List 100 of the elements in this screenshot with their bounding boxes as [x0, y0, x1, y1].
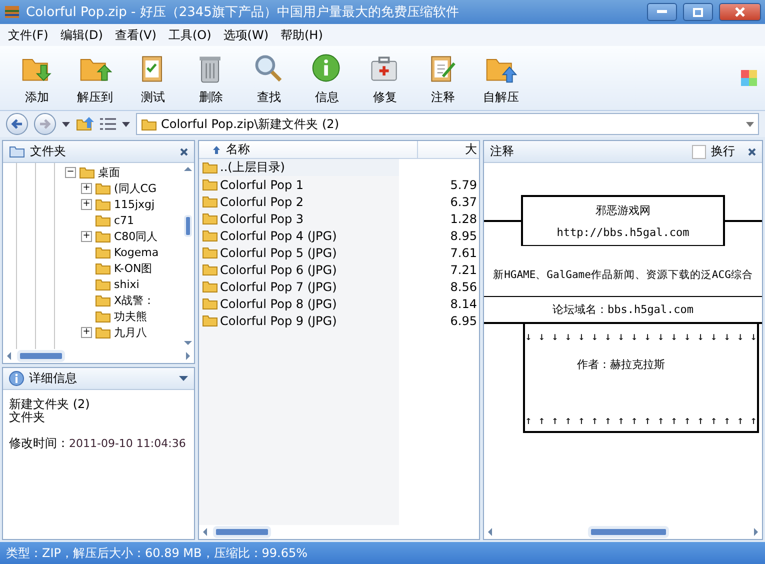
tree-item[interactable]: shixi — [114, 278, 140, 290]
size-cell-text: 8.56 — [449, 278, 478, 295]
arrow-row: ↓ ↓ ↓ ↓ ↓ ↓ ↓ ↓ ↓ ↓ ↓ ↓ ↓ ↓ ↓ ↓ ↓ ↓ — [525, 330, 757, 343]
folder-icon — [95, 310, 111, 322]
folder-icon — [202, 229, 218, 242]
left-arrow-icon — [11, 118, 23, 130]
expander-toggle[interactable]: + — [81, 182, 92, 194]
tree-item[interactable]: 115jxgj — [114, 198, 155, 210]
expander-toggle[interactable]: + — [81, 198, 92, 210]
toolbar-button[interactable]: 删除 — [182, 48, 240, 108]
close-icon[interactable] — [180, 148, 188, 156]
folder-icon — [202, 195, 218, 208]
menu-item[interactable]: 工具(O) — [168, 26, 212, 44]
toolbar-button[interactable]: 修复 — [356, 48, 414, 108]
folder-icon — [202, 280, 218, 293]
folder-icon — [95, 182, 111, 194]
forward-button[interactable] — [34, 113, 56, 135]
pane-title: 注释 — [490, 143, 515, 160]
checkbox-label: 换行 — [711, 143, 735, 160]
folder-icon — [202, 314, 218, 327]
dropdown-caret-icon — [746, 122, 754, 126]
size-cell-text: 7.21 — [449, 262, 478, 278]
menu-item[interactable]: 选项(W) — [223, 26, 268, 44]
expander-toggle[interactable]: + — [81, 230, 92, 242]
dropdown-caret-icon[interactable] — [122, 122, 130, 126]
toolbar-button[interactable]: 自解压 — [472, 48, 530, 108]
size-cell-text: 6.37 — [449, 194, 478, 210]
file-name-cell[interactable]: Colorful Pop 7 (JPG) — [199, 278, 399, 295]
tree-item[interactable]: Kogema — [114, 246, 159, 258]
size-cell-text: 5.79 — [449, 176, 478, 193]
folder-icon — [202, 297, 218, 310]
file-name-cell[interactable]: Colorful Pop 5 (JPG) — [199, 244, 399, 261]
folder-icon — [95, 262, 111, 274]
file-name-cell[interactable]: Colorful Pop 1 — [199, 176, 399, 193]
folder-up-icon[interactable] — [76, 116, 94, 132]
toolbar-button[interactable]: 查找 — [240, 48, 298, 108]
folder-icon — [202, 212, 218, 225]
wrap-checkbox[interactable] — [692, 144, 706, 158]
file-name-cell[interactable]: Colorful Pop 2 — [199, 193, 399, 210]
menu-item[interactable]: 帮助(H) — [280, 26, 323, 44]
tree-item[interactable]: 功夫熊 — [114, 308, 147, 324]
menu-item[interactable]: 文件(F) — [8, 26, 48, 44]
menu-item[interactable]: 编辑(D) — [60, 26, 103, 44]
toolbar-button[interactable]: 添加 — [8, 48, 66, 108]
site-url: http://bbs.h5gal.com — [556, 226, 690, 239]
close-button[interactable] — [719, 3, 761, 21]
right-arrow-icon — [39, 118, 51, 130]
tree-item[interactable]: 九月八 — [114, 324, 147, 340]
size-cell-text: 6.95 — [449, 312, 478, 329]
folder-icon — [95, 294, 111, 306]
dropdown-caret-icon[interactable] — [62, 122, 70, 126]
file-name-cell[interactable]: Colorful Pop 6 (JPG) — [199, 261, 399, 278]
file-name-cell[interactable]: Colorful Pop 9 (JPG) — [199, 312, 399, 329]
tagline-text: 新HGAME、GalGame作品新闻、资源下载的泛ACG综合 — [493, 268, 753, 282]
tree-item[interactable]: K-ON图 — [114, 260, 152, 276]
size-cell-text: 8.14 — [449, 296, 478, 312]
toolbar-button[interactable]: 信息 — [298, 48, 356, 108]
folder-icon — [95, 230, 111, 242]
sort-up-icon — [213, 146, 220, 154]
folder-icon — [9, 145, 25, 158]
expander-toggle[interactable]: − — [65, 166, 76, 178]
archive-icon — [4, 4, 20, 20]
folder-icon — [95, 214, 111, 226]
column-header[interactable]: 名称 — [199, 141, 418, 158]
folder-icon — [202, 161, 218, 174]
tree-item[interactable]: X战警： — [114, 292, 155, 308]
maximize-button[interactable] — [683, 3, 713, 21]
file-name-cell[interactable]: Colorful Pop 4 (JPG) — [199, 227, 399, 244]
tree-item[interactable]: C80同人 — [114, 228, 158, 244]
parent-folder-row[interactable]: ..(上层目录) — [199, 159, 399, 176]
tree-item[interactable]: 桌面 — [98, 164, 120, 180]
size-cell-text: 8.95 — [449, 228, 478, 244]
folder-icon — [202, 178, 218, 191]
menu-item[interactable]: 查看(V) — [114, 26, 156, 44]
folder-icon — [95, 326, 111, 338]
tree-item[interactable]: (同人CG — [114, 180, 156, 196]
close-icon — [735, 7, 745, 17]
color-palette-icon[interactable] — [741, 70, 757, 86]
toolbar-button[interactable]: 测试 — [124, 48, 182, 108]
address-field[interactable]: Colorful Pop.zip\新建文件夹 (2) — [136, 113, 759, 135]
detail-value: 2011-09-10 11:04:36 — [69, 437, 186, 450]
expander-toggle[interactable]: + — [81, 326, 92, 338]
close-icon[interactable] — [748, 148, 756, 156]
minimize-button[interactable] — [647, 3, 677, 21]
file-name-cell[interactable]: Colorful Pop 8 (JPG) — [199, 295, 399, 312]
column-header[interactable]: 大 — [418, 141, 479, 158]
size-cell-text: 7.61 — [449, 244, 478, 261]
toolbar-button[interactable]: 解压到 — [66, 48, 124, 108]
size-cell-text: 1.28 — [449, 210, 478, 227]
folder-icon — [202, 263, 218, 276]
window-title: Colorful Pop.zip - 好压（2345旗下产品）中国用户量最大的免费压缩软件 — [26, 4, 460, 21]
tree-item[interactable]: c71 — [114, 214, 134, 226]
back-button[interactable] — [6, 113, 28, 135]
view-list-icon[interactable] — [100, 118, 116, 130]
file-name-cell[interactable]: Colorful Pop 3 — [199, 210, 399, 227]
folder-icon — [95, 246, 111, 258]
maximize-icon — [693, 8, 703, 16]
dropdown-caret-icon[interactable] — [179, 376, 188, 381]
toolbar-button[interactable]: 注释 — [414, 48, 472, 108]
pane-title: 详细信息 — [29, 370, 78, 387]
